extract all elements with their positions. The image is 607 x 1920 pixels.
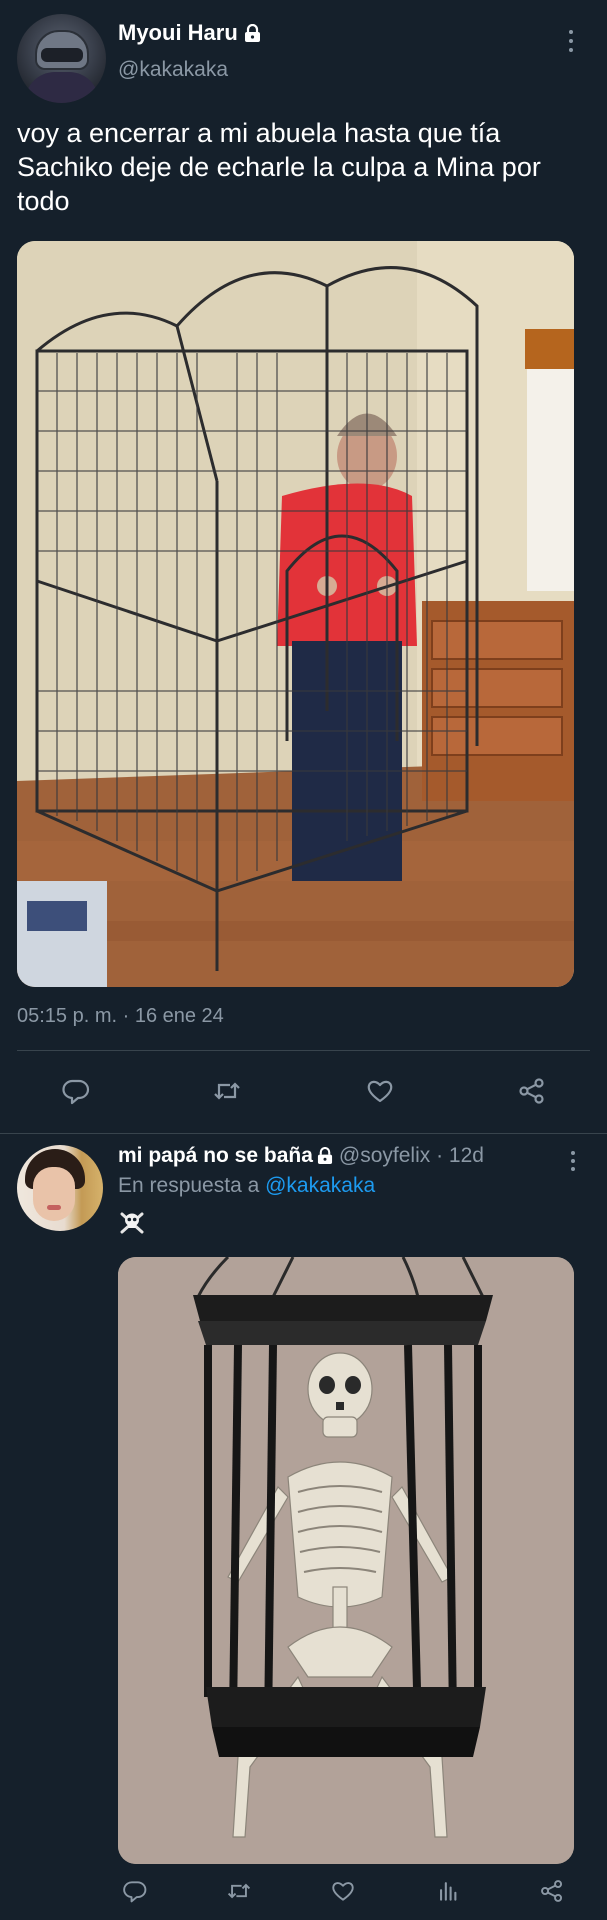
author-avatar[interactable] — [17, 14, 106, 103]
author-handle[interactable]: @kakakaka — [118, 58, 228, 82]
in-reply-to-prefix: En respuesta a — [118, 1174, 260, 1197]
reply-photo[interactable] — [118, 1257, 574, 1864]
reply-display-name[interactable]: mi papá no se baña — [118, 1144, 313, 1168]
reply-actions — [0, 1874, 607, 1908]
avatar-body-shape — [25, 72, 99, 103]
reply-like-button[interactable] — [326, 1874, 360, 1908]
avatar-lip-shape — [47, 1205, 61, 1210]
cage-photo-illustration — [17, 241, 574, 987]
reply-handle[interactable]: @soyfelix — [339, 1144, 430, 1168]
separator-dot: · — [436, 1144, 444, 1167]
retweet-icon — [227, 1883, 251, 1899]
analytics-icon — [440, 1882, 457, 1901]
share-icon — [541, 1880, 563, 1902]
in-reply-to: En respuesta a @kakakaka — [118, 1174, 375, 1198]
reply-header: mi papá no se baña @soyfelix · 12d — [118, 1144, 484, 1168]
heart-icon — [332, 1882, 354, 1901]
share-button[interactable] — [512, 1068, 552, 1114]
reply-time[interactable]: 12d — [449, 1144, 484, 1168]
reply-reply-button[interactable] — [118, 1874, 152, 1908]
avatar-face-shape — [33, 1167, 75, 1221]
author-name-row[interactable]: Myoui Haru — [118, 20, 261, 46]
tweet-actions — [0, 1068, 607, 1114]
section-divider — [0, 1133, 607, 1134]
author-display-name[interactable]: Myoui Haru — [118, 20, 238, 46]
reply-icon — [123, 1881, 147, 1903]
reply-more-options-icon[interactable] — [562, 1148, 584, 1174]
reply-retweet-button[interactable] — [222, 1874, 256, 1908]
tweet-text: voy a encerrar a mi abuela hasta que tía… — [17, 118, 541, 216]
skeleton-cage-illustration — [118, 1257, 574, 1864]
main-tweet: Myoui Haru @kakakaka voy a encerrar a mi… — [0, 0, 607, 1130]
reply-button[interactable] — [56, 1068, 96, 1114]
more-options-icon[interactable] — [560, 26, 582, 56]
like-button[interactable] — [360, 1068, 400, 1114]
lock-icon — [317, 1147, 332, 1164]
skull-crossbones-icon — [120, 1212, 144, 1234]
in-reply-to-handle[interactable]: @kakakaka — [265, 1174, 375, 1197]
retweet-icon — [214, 1082, 240, 1100]
share-icon — [519, 1078, 544, 1104]
reply-author-avatar[interactable] — [17, 1145, 103, 1231]
heart-icon — [367, 1080, 393, 1103]
reply-views-button[interactable] — [431, 1874, 465, 1908]
lock-icon — [244, 23, 260, 42]
retweet-button[interactable] — [207, 1068, 247, 1114]
divider — [17, 1050, 590, 1051]
tweet-timestamp[interactable]: 05:15 p. m. · 16 ene 24 — [17, 1005, 224, 1028]
avatar-visor-shape — [41, 48, 83, 62]
reply-icon — [62, 1079, 90, 1105]
reply-share-button[interactable] — [535, 1874, 569, 1908]
tweet-photo[interactable] — [17, 241, 574, 987]
